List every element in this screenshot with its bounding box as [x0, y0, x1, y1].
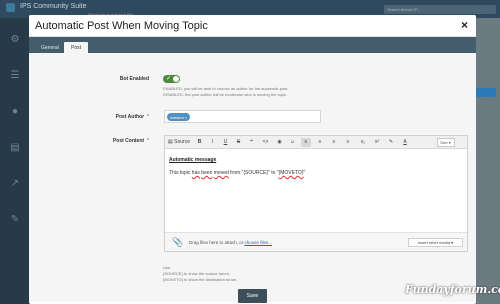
placeholder-help: Use: {SOURCE} to show the source forum, …	[163, 265, 237, 283]
size-select[interactable]: Size ▾	[437, 138, 455, 147]
italic-button[interactable]: I	[208, 138, 217, 147]
strike-button[interactable]: S	[234, 138, 243, 147]
post-content-label: Post Content *	[112, 138, 149, 144]
post-author-label: Post Author *	[115, 114, 149, 120]
modal-header: Automatic Post When Moving Topic ×	[29, 15, 476, 37]
bot-enabled-help: ENABLED, you will be able to choose an a…	[163, 86, 363, 97]
system-icon[interactable]: ⚙	[5, 34, 25, 45]
pages-icon[interactable]: ▤	[5, 142, 25, 153]
source-button[interactable]: ▤ Source	[167, 138, 191, 147]
link-icon[interactable]: ◉	[275, 138, 284, 147]
align-center-icon[interactable]: ≡	[315, 138, 325, 147]
code-icon[interactable]: <>	[260, 138, 271, 147]
toggle-knob	[173, 76, 179, 82]
attachment-area[interactable]: 📎 Drag files here to attach, or choose f…	[165, 232, 467, 251]
stats-icon[interactable]: ↗	[5, 178, 25, 189]
app-title: IPS Community Suite	[20, 3, 87, 10]
community-icon[interactable]: ☰	[5, 70, 25, 81]
modal-title: Automatic Post When Moving Topic	[35, 20, 208, 32]
font-color-icon[interactable]: A	[400, 138, 410, 147]
post-author-input[interactable]: Adriano ×	[164, 110, 321, 123]
watermark-logo: Fundayforum.com	[405, 283, 500, 296]
close-icon[interactable]: ×	[461, 18, 468, 32]
editor-toolbar: ▤ Source B I U S ❝ <> ◉ ☺ ≡ ≡ ≡ ≡ x₂ x² …	[165, 136, 467, 149]
tab-post[interactable]: Post	[64, 42, 88, 53]
customization-icon[interactable]: ✎	[5, 214, 25, 225]
choose-files-link[interactable]: choose files...	[245, 240, 273, 245]
quote-icon[interactable]: ❝	[247, 138, 256, 147]
editor-heading: Automatic message	[169, 157, 217, 163]
subscript-button[interactable]: x₂	[358, 138, 368, 147]
tab-general[interactable]: General	[36, 42, 64, 53]
bold-button[interactable]: B	[195, 138, 204, 147]
underline-button[interactable]: U	[221, 138, 230, 147]
admin-sidebar: ⚙ ☰ ● ▤ ↗ ✎	[0, 18, 30, 304]
emoji-icon[interactable]: ☺	[288, 138, 297, 147]
bot-enabled-toggle[interactable]: ✓	[163, 75, 180, 83]
clear-format-icon[interactable]: ✎	[386, 138, 396, 147]
author-token[interactable]: Adriano ×	[167, 113, 191, 121]
automatic-post-modal: Automatic Post When Moving Topic × Gener…	[29, 15, 476, 304]
modal-body: Bot Enabled ✓ ENABLED, you will be able …	[29, 53, 476, 302]
align-right-icon[interactable]: ≡	[329, 138, 339, 147]
ips-logo-icon	[6, 3, 15, 12]
post-content-editor[interactable]: ▤ Source B I U S ❝ <> ◉ ☺ ≡ ≡ ≡ ≡ x₂ x² …	[164, 135, 468, 252]
bot-help-line-2: DISABLED, the post author will be modera…	[163, 91, 288, 97]
align-justify-icon[interactable]: ≡	[343, 138, 353, 147]
insert-other-media-button[interactable]: Insert other media ▾	[408, 238, 463, 247]
paperclip-icon: 📎	[172, 237, 184, 247]
check-icon: ✓	[166, 76, 172, 82]
admin-search-input[interactable]: Search AdminCP...	[384, 5, 496, 14]
bot-enabled-label: Bot Enabled	[119, 76, 149, 82]
editor-body-line: This topic has been moved from "{SOURCE}…	[169, 170, 306, 176]
modal-tab-bar: General Post	[29, 37, 476, 53]
superscript-button[interactable]: x²	[372, 138, 382, 147]
help-moveto-line: {MOVETO} to show the destination forum.	[163, 277, 238, 282]
drag-files-text: Drag files here to attach, or choose fil…	[189, 240, 273, 245]
align-left-icon[interactable]: ≡	[301, 138, 311, 147]
save-button[interactable]: Save	[238, 289, 267, 303]
members-icon[interactable]: ●	[5, 106, 25, 117]
background-action-button[interactable]	[476, 88, 496, 97]
